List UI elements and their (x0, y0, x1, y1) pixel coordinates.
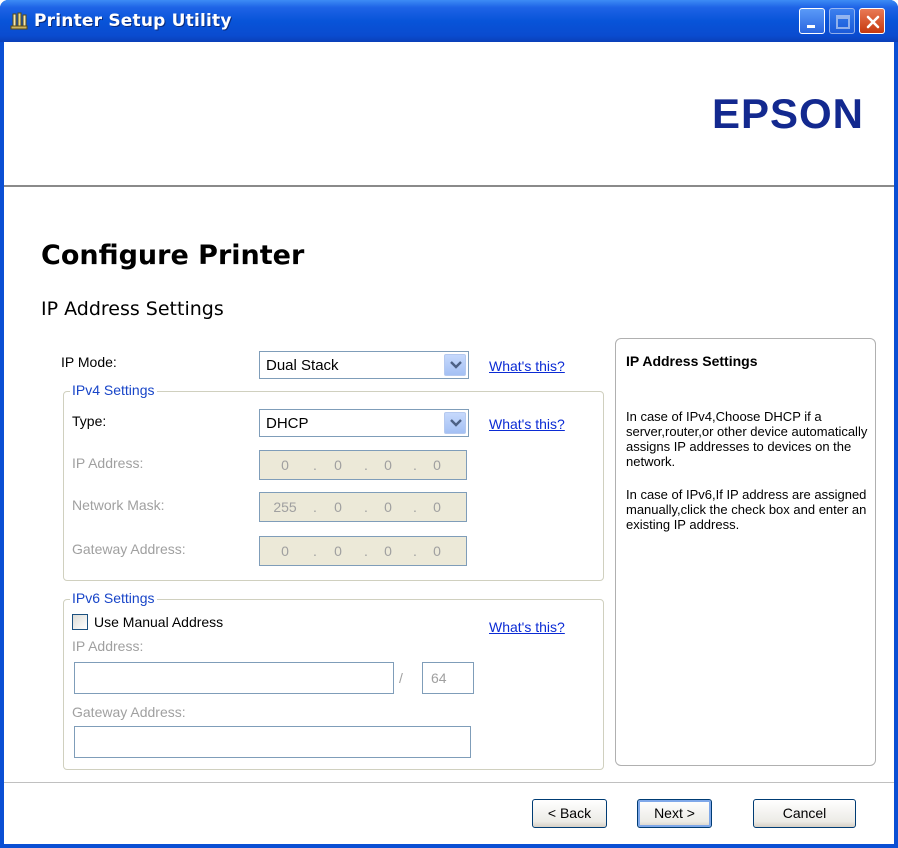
window-title: Printer Setup Utility (34, 11, 232, 31)
ipv4-ip-address-label: IP Address: (72, 455, 144, 471)
ipv4-whats-this-link[interactable]: What's this? (489, 416, 565, 432)
help-panel: IP Address Settings In case of IPv4,Choo… (615, 338, 876, 766)
ip-mode-whats-this-link[interactable]: What's this? (489, 358, 565, 374)
page-title: Configure Printer (41, 240, 305, 271)
epson-logo: EPSON (711, 90, 864, 137)
cancel-button[interactable]: Cancel (753, 799, 856, 828)
minimize-icon (807, 25, 815, 28)
ip-mode-select[interactable]: Dual Stack (259, 351, 469, 379)
maximize-button[interactable] (829, 8, 855, 34)
ipv6-whats-this-link[interactable]: What's this? (489, 619, 565, 635)
ipv6-prefix-length-input[interactable]: 64 (422, 662, 474, 694)
ipv4-gateway-label: Gateway Address: (72, 541, 186, 557)
ipv4-ip-address-field[interactable]: 0 . 0 . 0 . 0 (259, 450, 467, 480)
help-panel-title: IP Address Settings (626, 353, 758, 369)
prefix-slash: / (399, 670, 403, 686)
ipv4-network-mask-field[interactable]: 255 . 0 . 0 . 0 (259, 492, 467, 522)
ipv4-type-label: Type: (72, 413, 107, 429)
chevron-down-icon (450, 419, 462, 427)
gateway-octet-3: 0 (384, 543, 392, 559)
next-button[interactable]: Next > (637, 799, 712, 828)
ip-dot: . (313, 499, 317, 515)
mask-octet-4: 0 (433, 499, 441, 515)
header-band: EPSON (4, 42, 894, 185)
close-button[interactable] (859, 8, 885, 34)
ipv4-group-title: IPv4 Settings (70, 382, 157, 398)
minimize-button[interactable] (799, 8, 825, 34)
title-bar[interactable]: Printer Setup Utility (0, 0, 898, 42)
gateway-octet-4: 0 (433, 543, 441, 559)
ip-dot: . (313, 543, 317, 559)
ipv6-gateway-label: Gateway Address: (72, 704, 186, 720)
ipv6-ip-address-label: IP Address: (72, 638, 144, 654)
dialog-client-area: EPSON Configure Printer IP Address Setti… (4, 42, 894, 844)
close-icon (866, 15, 880, 29)
use-manual-address-checkbox[interactable] (72, 614, 88, 630)
page-subtitle: IP Address Settings (41, 298, 224, 320)
ip-mode-value: Dual Stack (266, 357, 339, 374)
ip-mode-dropdown-button[interactable] (444, 354, 466, 376)
gateway-octet-2: 0 (334, 543, 342, 559)
use-manual-address-label[interactable]: Use Manual Address (94, 614, 223, 630)
ip-octet-1: 0 (281, 457, 289, 473)
chevron-down-icon (450, 361, 462, 369)
header-divider (4, 185, 894, 188)
ipv6-group-title: IPv6 Settings (70, 590, 157, 606)
help-paragraph-ipv6: In case of IPv6,If IP address are assign… (626, 487, 867, 532)
ipv6-gateway-input[interactable] (74, 726, 471, 758)
gateway-octet-1: 0 (281, 543, 289, 559)
back-button[interactable]: < Back (532, 799, 607, 828)
footer-divider (4, 782, 894, 784)
mask-octet-3: 0 (384, 499, 392, 515)
maximize-icon (836, 15, 850, 29)
ip-octet-2: 0 (334, 457, 342, 473)
ip-octet-4: 0 (433, 457, 441, 473)
ipv4-type-select[interactable]: DHCP (259, 409, 469, 437)
mask-octet-2: 0 (334, 499, 342, 515)
printer-utility-icon (10, 12, 28, 30)
ip-dot: . (313, 457, 317, 473)
help-paragraph-ipv4: In case of IPv4,Choose DHCP if a server,… (626, 409, 868, 469)
ipv4-network-mask-label: Network Mask: (72, 497, 165, 513)
ip-octet-3: 0 (384, 457, 392, 473)
mask-octet-1: 255 (273, 499, 297, 515)
ipv4-type-value: DHCP (266, 415, 309, 432)
ip-mode-label: IP Mode: (61, 354, 117, 370)
ipv4-gateway-field[interactable]: 0 . 0 . 0 . 0 (259, 536, 467, 566)
ipv4-type-dropdown-button[interactable] (444, 412, 466, 434)
printer-setup-window: Printer Setup Utility EPSON Configure Pr… (0, 0, 898, 848)
ipv6-prefix-value: 64 (431, 670, 447, 686)
ipv6-ip-address-input[interactable] (74, 662, 394, 694)
